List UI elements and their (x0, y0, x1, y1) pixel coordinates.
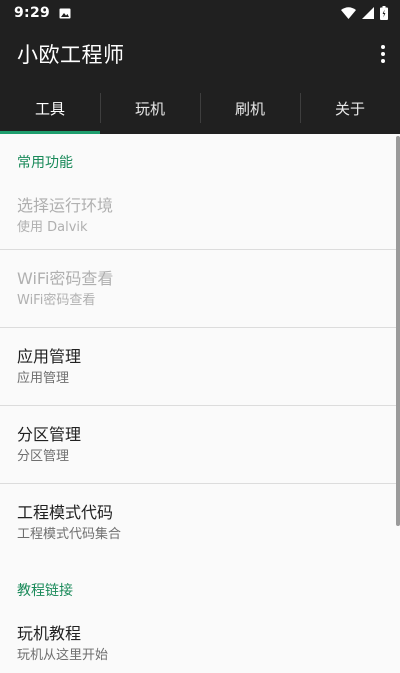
pref-title: 选择运行环境 (17, 195, 114, 215)
wifi-icon (341, 7, 356, 19)
overflow-menu-button[interactable] (376, 40, 390, 68)
pref-app-management[interactable]: 应用管理 应用管理 (0, 328, 400, 406)
screen: 9:29 小欧工程师 工具 玩机 刷机 关于 常用功能 选择运行环境 使用 Da… (0, 0, 400, 673)
pref-summary: 使用 Dalvik (17, 219, 88, 235)
tab-flash[interactable]: 刷机 (200, 82, 300, 134)
more-vert-icon (381, 45, 385, 63)
tab-play[interactable]: 玩机 (100, 82, 200, 134)
scrollbar[interactable] (396, 136, 400, 526)
pref-runtime-environment[interactable]: 选择运行环境 使用 Dalvik (0, 188, 400, 250)
pref-play-tutorial[interactable]: 玩机教程 玩机从这里开始 (0, 616, 400, 673)
pref-title: 应用管理 (17, 346, 82, 366)
status-icons (341, 6, 388, 20)
pref-title: WiFi密码查看 (17, 268, 114, 288)
status-bar: 9:29 (0, 0, 400, 26)
status-time: 9:29 (14, 5, 51, 21)
tab-tools[interactable]: 工具 (0, 82, 100, 134)
tab-about[interactable]: 关于 (300, 82, 400, 134)
pref-summary: 分区管理 (17, 448, 70, 464)
battery-icon (380, 6, 388, 20)
photo-notification-icon (59, 8, 71, 18)
pref-title: 玩机教程 (17, 624, 82, 643)
pref-summary: 玩机从这里开始 (17, 648, 109, 663)
pref-title: 工程模式代码 (17, 503, 114, 522)
tab-bar: 工具 玩机 刷机 关于 (0, 82, 400, 134)
app-title: 小欧工程师 (17, 43, 125, 67)
pref-summary: WiFi密码查看 (17, 292, 96, 308)
section-header-common: 常用功能 (17, 155, 73, 171)
preference-list[interactable]: 常用功能 选择运行环境 使用 Dalvik WiFi密码查看 WiFi密码查看 … (0, 134, 400, 673)
pref-partition-management[interactable]: 分区管理 分区管理 (0, 406, 400, 484)
section-header-tutorials: 教程链接 (17, 583, 73, 599)
pref-wifi-password[interactable]: WiFi密码查看 WiFi密码查看 (0, 250, 400, 328)
pref-engineering-codes[interactable]: 工程模式代码 工程模式代码集合 (0, 484, 400, 562)
pref-summary: 工程模式代码集合 (17, 527, 122, 542)
app-bar: 小欧工程师 (0, 26, 400, 82)
pref-title: 分区管理 (17, 424, 82, 444)
signal-icon (362, 7, 374, 19)
pref-summary: 应用管理 (17, 370, 70, 386)
